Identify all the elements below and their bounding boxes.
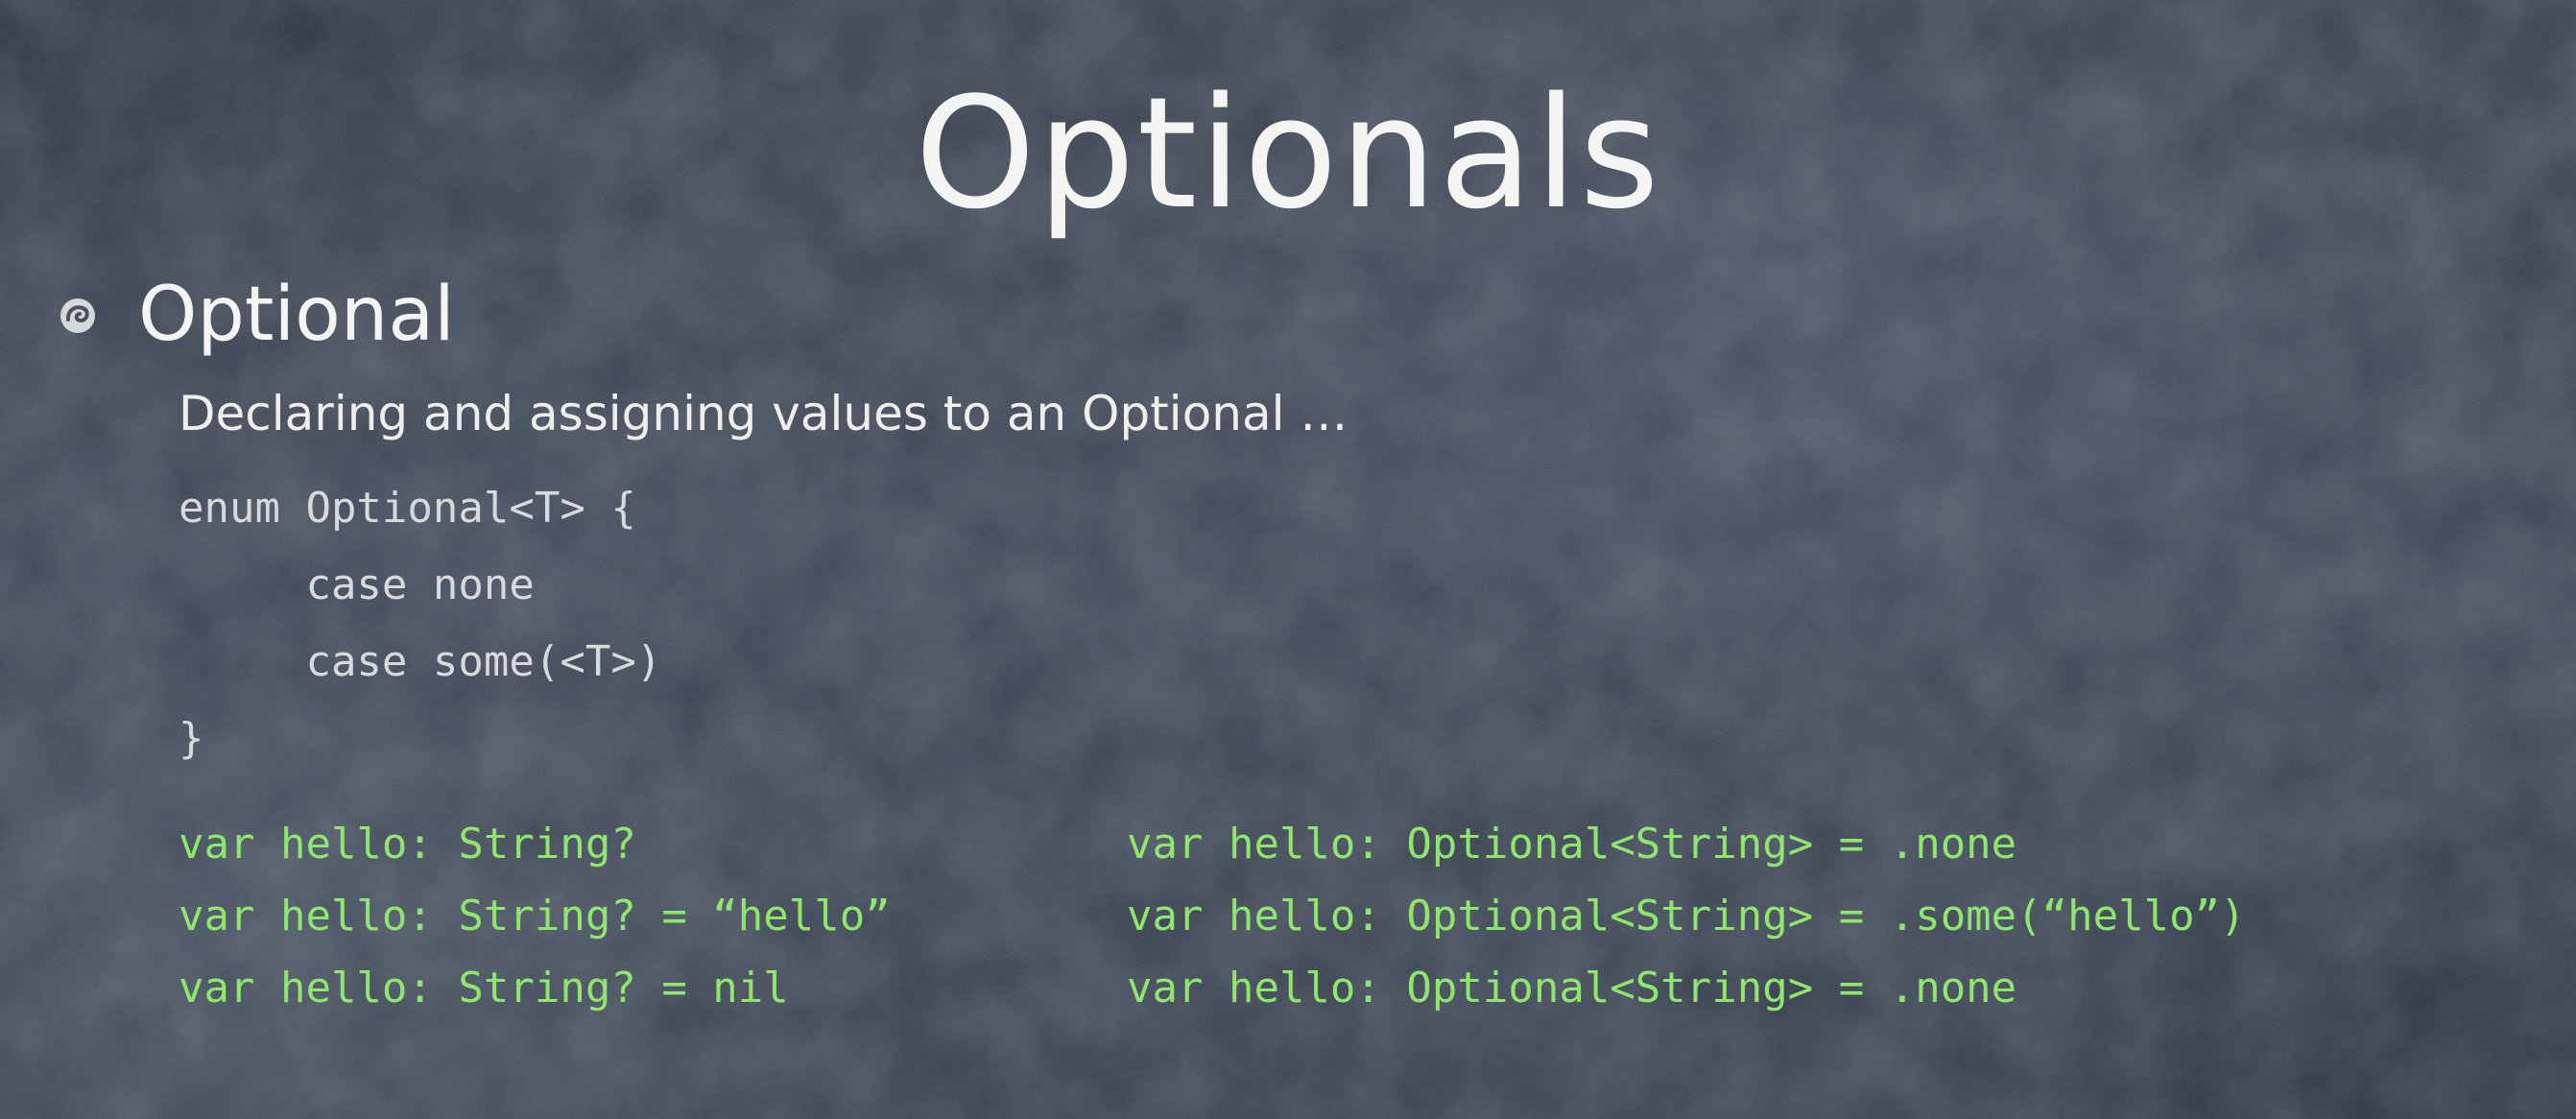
- bullet-item: Optional: [56, 267, 455, 363]
- slide-title: Optionals: [915, 63, 1661, 243]
- chalkboard-slide: Optionals Optional Declaring and assigni…: [0, 0, 2576, 1119]
- code-line: }: [179, 714, 204, 763]
- example-code-line: var hello: Optional<String> = .none: [1127, 964, 2017, 1012]
- code-line: enum Optional<T> {: [179, 484, 636, 533]
- enum-code-block: enum Optional<T> { case none case some(<…: [179, 470, 661, 777]
- example-code-line: var hello: Optional<String> = .none: [1127, 820, 2017, 869]
- bullet-label: Optional: [138, 272, 455, 358]
- code-line: case some(<T>): [179, 637, 662, 686]
- example-code-line: var hello: Optional<String> = .some(“hel…: [1127, 892, 2246, 940]
- example-code-line: var hello: String?: [179, 820, 636, 869]
- examples-left-column: var hello: String? var hello: String? = …: [179, 808, 891, 1024]
- examples-right-column: var hello: Optional<String> = .none var …: [1127, 808, 2246, 1024]
- chalk-swirl-bullet-icon: [60, 298, 95, 333]
- example-code-line: var hello: String? = “hello”: [179, 892, 891, 940]
- example-code-line: var hello: String? = nil: [179, 964, 789, 1012]
- slide-subtitle: Declaring and assigning values to an Opt…: [179, 386, 1348, 441]
- code-line: case none: [179, 560, 535, 609]
